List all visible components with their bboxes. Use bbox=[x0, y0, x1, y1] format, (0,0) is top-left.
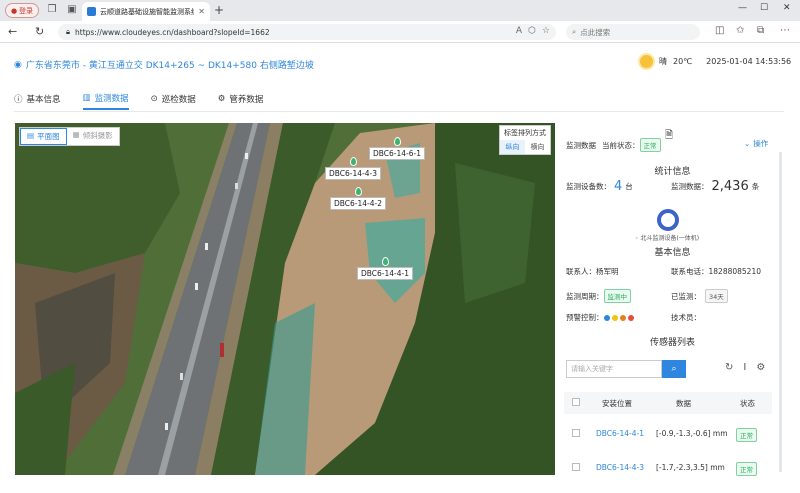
contact-row: 联系人： 杨军明 bbox=[566, 267, 619, 276]
status-badge: 正常 bbox=[736, 462, 757, 476]
split-screen-icon[interactable]: ◫ bbox=[715, 25, 724, 36]
aerial-photo bbox=[15, 123, 555, 475]
table-tools: ↻ Ⅰ ⚙ bbox=[725, 362, 765, 373]
device-count: 监测设备数： 4 台 bbox=[566, 179, 633, 194]
tab-actions-icon[interactable]: ▣ bbox=[66, 4, 78, 16]
map-pin-icon bbox=[354, 187, 362, 196]
sort-horizontal-button[interactable]: 纵向 bbox=[500, 140, 525, 154]
search-button[interactable]: ⌕ bbox=[662, 360, 686, 378]
device-type-legend: ◦ 北斗监测设备(一体机) bbox=[635, 235, 700, 242]
alarm-level-dot bbox=[603, 314, 610, 321]
sensor-marker[interactable]: DBC6-14-4-3 bbox=[325, 157, 382, 180]
refresh-icon[interactable]: ↻ bbox=[35, 25, 44, 38]
browser-search-input[interactable]: ⌕ 点此搜索 bbox=[566, 24, 700, 40]
data-count: 监测数据： 2,436 条 bbox=[671, 179, 760, 194]
tabs-divider bbox=[14, 111, 784, 112]
extensions-icon[interactable]: ⬡ bbox=[528, 26, 536, 36]
search-icon: ⌕ bbox=[671, 364, 677, 374]
alarm-level-dot bbox=[611, 314, 618, 321]
period-row: 监测周期： 监测中 bbox=[566, 289, 631, 303]
monitoring-status-row: 监测数据 当前状态： 正常 bbox=[566, 138, 661, 152]
read-aloud-icon[interactable]: A bbox=[516, 26, 522, 36]
map-view-switch: ▤ 平面图 ▦ 倾斜摄影 bbox=[19, 127, 120, 146]
close-tab-icon[interactable]: ✕ bbox=[198, 7, 205, 16]
refresh-icon[interactable]: ↻ bbox=[725, 362, 733, 373]
info-circle-icon: ⓘ bbox=[14, 95, 23, 105]
technician-row: 技术员： bbox=[671, 313, 701, 322]
new-tab-icon[interactable]: + bbox=[214, 3, 224, 17]
map-icon: ▤ bbox=[27, 131, 35, 140]
collections-bar-icon[interactable]: ⧉ bbox=[757, 25, 764, 36]
map-pin-icon bbox=[393, 137, 401, 146]
weather-widget: 晴 20℃ 2025-01-04 14:53:56 bbox=[640, 55, 791, 68]
minimize-icon[interactable]: — bbox=[738, 3, 747, 13]
site-favicon-icon bbox=[87, 7, 96, 16]
maximize-icon[interactable]: ☐ bbox=[760, 3, 768, 13]
back-icon[interactable]: ← bbox=[8, 25, 17, 38]
tab-inspection-data[interactable]: ⊙ 巡检数据 bbox=[151, 92, 196, 110]
row-checkbox[interactable] bbox=[572, 429, 580, 437]
stats-title: 统计信息 bbox=[654, 167, 691, 177]
more-options-icon[interactable]: ⋯ bbox=[780, 25, 790, 36]
sort-vertical-button[interactable]: 横向 bbox=[525, 140, 550, 154]
row-checkbox[interactable] bbox=[572, 463, 580, 471]
favorites-icon[interactable]: ✩ bbox=[736, 25, 744, 36]
phone-row: 联系电话： 18288085210 bbox=[671, 267, 761, 276]
basic-info-title: 基本信息 bbox=[654, 248, 691, 258]
tab-monitoring-data[interactable]: ▥ 监测数据 bbox=[82, 92, 129, 110]
user-icon: ● bbox=[10, 6, 18, 15]
bulb-icon: ◦ bbox=[635, 235, 639, 242]
sensor-location-link[interactable]: DBC6-14-4-3 bbox=[596, 463, 644, 472]
aerial-map[interactable]: ▤ 平面图 ▦ 倾斜摄影 标签排列方式 纵向 横向 DBC6-14-6-1 DB… bbox=[15, 123, 555, 475]
operate-dropdown[interactable]: ⌄ 操作 bbox=[744, 138, 768, 149]
gear-icon: ⚙ bbox=[217, 94, 226, 104]
url-field[interactable]: 🔒︎ https://www.cloudeyes.cn/dashboard?sl… bbox=[58, 24, 556, 40]
select-all-checkbox[interactable] bbox=[572, 398, 580, 406]
monitored-days-row: 已监测： 34天 bbox=[671, 289, 728, 303]
close-window-icon[interactable]: ✕ bbox=[783, 3, 791, 13]
tab-basic-info[interactable]: ⓘ 基本信息 bbox=[14, 92, 61, 110]
status-badge: 正常 bbox=[736, 428, 757, 442]
report-icon[interactable]: 🗎︎ bbox=[665, 128, 673, 145]
favorite-star-icon[interactable]: ☆ bbox=[542, 26, 550, 36]
lock-icon: 🔒︎ bbox=[66, 27, 70, 36]
sensor-location-link[interactable]: DBC6-14-4-1 bbox=[596, 429, 644, 438]
monitoring-panel: 监测数据 当前状态： 正常 🗎︎ ⌄ 操作 统计信息 监测设备数： 4 台 监测… bbox=[560, 123, 785, 476]
search-icon: ⌕ bbox=[572, 27, 577, 36]
login-button[interactable]: ● 登录 bbox=[5, 3, 39, 18]
collections-icon[interactable]: ❐ bbox=[46, 4, 58, 16]
panel-scrollbar[interactable] bbox=[779, 152, 782, 472]
map-pin-icon bbox=[349, 157, 357, 166]
alarm-level-dot bbox=[627, 314, 634, 321]
address-bar-row: ← ↻ 🔒︎ https://www.cloudeyes.cn/dashboar… bbox=[0, 21, 800, 43]
sensor-table-header: 安装位置 数据 状态 bbox=[564, 392, 772, 414]
sensor-marker[interactable]: DBC6-14-4-2 bbox=[330, 187, 387, 210]
sensor-list-title: 传感器列表 bbox=[649, 338, 695, 348]
browser-tab[interactable]: 云顺道路基础设施智能监测系统 ✕ bbox=[82, 2, 210, 21]
text-height-icon[interactable]: Ⅰ bbox=[743, 362, 746, 373]
label-sort-control: 标签排列方式 纵向 横向 bbox=[499, 125, 551, 155]
map-pin-icon bbox=[381, 257, 389, 266]
sensor-marker[interactable]: DBC6-14-4-1 bbox=[357, 257, 414, 280]
location-pin-icon: ⊙ bbox=[150, 94, 158, 104]
table-row[interactable]: DBC6-14-4-3 [-1.7,-2.3,3.5] mm 正常 bbox=[564, 457, 772, 479]
main-tabs: ⓘ 基本信息 ▥ 监测数据 ⊙ 巡检数据 ⚙ 管养数据 bbox=[14, 92, 263, 110]
plane-view-button[interactable]: ▤ 平面图 bbox=[20, 128, 67, 145]
oblique-photo-button[interactable]: ▦ 倾斜摄影 bbox=[67, 128, 119, 145]
alarm-control-row: 预警控制： bbox=[566, 312, 636, 323]
page-title: ◉ 广东省东莞市 - 黄江互通立交 DK14+265 ~ DK14+580 右侧… bbox=[14, 59, 314, 72]
device-type-ring-chart bbox=[657, 209, 679, 231]
sensor-search-input[interactable]: 请输入关键字 bbox=[566, 360, 662, 378]
alarm-level-dot bbox=[619, 314, 626, 321]
status-badge: 正常 bbox=[639, 138, 661, 152]
chevron-down-icon: ⌄ bbox=[744, 139, 751, 148]
cube-icon: ▦ bbox=[72, 130, 80, 139]
browser-tab-bar: ● 登录 ❐ ▣ 云顺道路基础设施智能监测系统 ✕ + — ☐ ✕ bbox=[0, 0, 800, 21]
settings-icon[interactable]: ⚙ bbox=[756, 362, 765, 373]
table-row[interactable]: DBC6-14-4-1 [-0.9,-1.3,-0.6] mm 正常 bbox=[564, 423, 772, 445]
chart-bar-icon: ▥ bbox=[82, 93, 91, 103]
tab-maintenance-data[interactable]: ⚙ 管养数据 bbox=[218, 92, 264, 110]
location-pin-icon: ◉ bbox=[14, 59, 22, 70]
sun-icon bbox=[640, 55, 653, 68]
